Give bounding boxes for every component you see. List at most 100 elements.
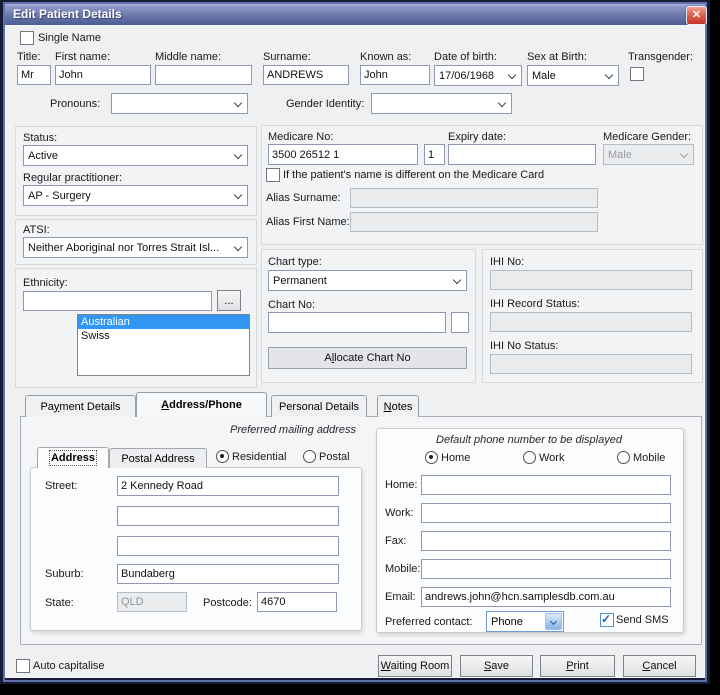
chevron-down-icon (234, 151, 242, 159)
work-phone-input[interactable] (421, 503, 671, 523)
waiting-room-button[interactable]: Waiting Room (378, 655, 452, 677)
ihi-record-status-label: IHI Record Status: (490, 298, 580, 310)
tab-payment-details[interactable]: Payment Details (25, 395, 136, 417)
first-name-label: First name: (55, 51, 110, 63)
atsi-select[interactable]: Neither Aboriginal nor Torres Strait Isl… (23, 237, 248, 258)
print-button[interactable]: Print (540, 655, 615, 677)
home-radio[interactable] (425, 451, 438, 464)
residential-radio[interactable] (216, 450, 229, 463)
window-title: Edit Patient Details (13, 7, 122, 21)
home-label: Home: (385, 479, 417, 491)
ethnicity-browse-button[interactable]: ... (217, 290, 241, 311)
chart-no-spin-button[interactable] (451, 312, 469, 333)
street-line3-input[interactable] (117, 536, 339, 556)
state-input (117, 592, 187, 612)
chevron-down-icon (234, 99, 242, 107)
tab-personal-details-label: Personal Details (279, 401, 359, 413)
tab-address-phone-label: Address/Phone (161, 399, 242, 411)
gender-identity-select[interactable] (371, 93, 512, 114)
regular-practitioner-value: AP - Surgery (28, 190, 91, 202)
close-button[interactable]: ✕ (686, 6, 707, 25)
pronouns-select[interactable] (111, 93, 248, 114)
medicare-irn-input[interactable] (424, 144, 445, 165)
transgender-label: Transgender: (628, 51, 693, 63)
known-as-input[interactable] (360, 65, 430, 85)
ethnicity-label: Ethnicity: (23, 277, 68, 289)
mobile-radio[interactable] (617, 451, 630, 464)
home-phone-input[interactable] (421, 475, 671, 495)
medicare-no-label: Medicare No: (268, 131, 333, 143)
print-label: Print (566, 660, 589, 672)
medicare-gender-select: Male (603, 144, 694, 165)
suburb-label: Suburb: (45, 568, 84, 580)
subtab-postal-address-label: Postal Address (121, 453, 194, 465)
allocate-chart-no-button[interactable]: Allocate Chart No (268, 347, 467, 369)
postal-radio-label: Postal (319, 451, 350, 463)
mobile-label: Mobile: (385, 563, 420, 575)
title-label: Title: (17, 51, 40, 63)
tab-personal-details[interactable]: Personal Details (271, 395, 367, 417)
chevron-down-icon (605, 71, 613, 79)
different-name-label: If the patient's name is different on th… (283, 169, 544, 181)
first-name-input[interactable] (55, 65, 151, 85)
medicare-gender-value: Male (608, 149, 632, 161)
suburb-input[interactable] (117, 564, 339, 584)
postcode-input[interactable] (257, 592, 337, 612)
cancel-button[interactable]: Cancel (623, 655, 696, 677)
auto-capitalise-checkbox[interactable] (16, 659, 30, 673)
transgender-checkbox[interactable] (630, 67, 644, 81)
chart-type-select[interactable]: Permanent (268, 270, 467, 291)
subtab-address[interactable]: Address (37, 447, 109, 468)
ethnicity-input[interactable] (23, 291, 212, 311)
ihi-no-status-input (490, 354, 692, 374)
street-line2-input[interactable] (117, 506, 339, 526)
title-input[interactable] (17, 65, 51, 85)
surname-label: Surname: (263, 51, 311, 63)
preferred-contact-select[interactable]: Phone (486, 611, 564, 632)
save-button[interactable]: Save (460, 655, 533, 677)
list-item-swiss[interactable]: Swiss (78, 329, 249, 343)
preferred-contact-label: Preferred contact: (385, 616, 472, 628)
postal-radio[interactable] (303, 450, 316, 463)
fax-label: Fax: (385, 535, 406, 547)
work-radio[interactable] (523, 451, 536, 464)
save-label: Save (484, 660, 509, 672)
middle-name-input[interactable] (155, 65, 252, 85)
ihi-no-input (490, 270, 692, 290)
tab-notes[interactable]: Notes (377, 395, 419, 417)
fax-input[interactable] (421, 531, 671, 551)
mobile-phone-input[interactable] (421, 559, 671, 579)
chart-no-label: Chart No: (268, 299, 315, 311)
atsi-label: ATSI: (23, 224, 50, 236)
single-name-checkbox[interactable] (20, 31, 34, 45)
chart-no-input[interactable] (268, 312, 446, 333)
regular-practitioner-select[interactable]: AP - Surgery (23, 185, 248, 206)
work-label: Work: (385, 507, 414, 519)
close-icon: ✕ (692, 9, 701, 21)
date-of-birth-value: 17/06/1968 (439, 70, 494, 82)
list-item-australian[interactable]: Australian (78, 315, 249, 329)
title-bar[interactable]: Edit Patient Details (5, 4, 705, 25)
ethnicity-listbox[interactable]: Australian Swiss (77, 314, 250, 376)
chevron-down-icon (234, 191, 242, 199)
street-label: Street: (45, 480, 77, 492)
date-of-birth-select[interactable]: 17/06/1968 (434, 65, 522, 86)
street-input[interactable] (117, 476, 339, 496)
subtab-postal-address[interactable]: Postal Address (109, 448, 207, 468)
email-input[interactable] (421, 587, 671, 607)
default-phone-heading: Default phone number to be displayed (376, 434, 682, 446)
send-sms-checkbox[interactable] (600, 613, 614, 627)
expiry-date-label: Expiry date: (448, 131, 506, 143)
medicare-no-input[interactable] (268, 144, 418, 165)
status-select[interactable]: Active (23, 145, 248, 166)
tab-address-phone[interactable]: Address/Phone (136, 392, 267, 417)
gender-identity-label: Gender Identity: (286, 98, 364, 110)
surname-input[interactable] (263, 65, 349, 85)
expiry-date-input[interactable] (448, 144, 596, 165)
different-name-checkbox[interactable] (266, 168, 280, 182)
send-sms-label: Send SMS (616, 614, 669, 626)
ihi-no-status-label: IHI No Status: (490, 340, 558, 352)
sex-at-birth-select[interactable]: Male (527, 65, 619, 86)
chevron-down-icon (545, 613, 562, 630)
waiting-room-label: Waiting Room (381, 660, 450, 672)
